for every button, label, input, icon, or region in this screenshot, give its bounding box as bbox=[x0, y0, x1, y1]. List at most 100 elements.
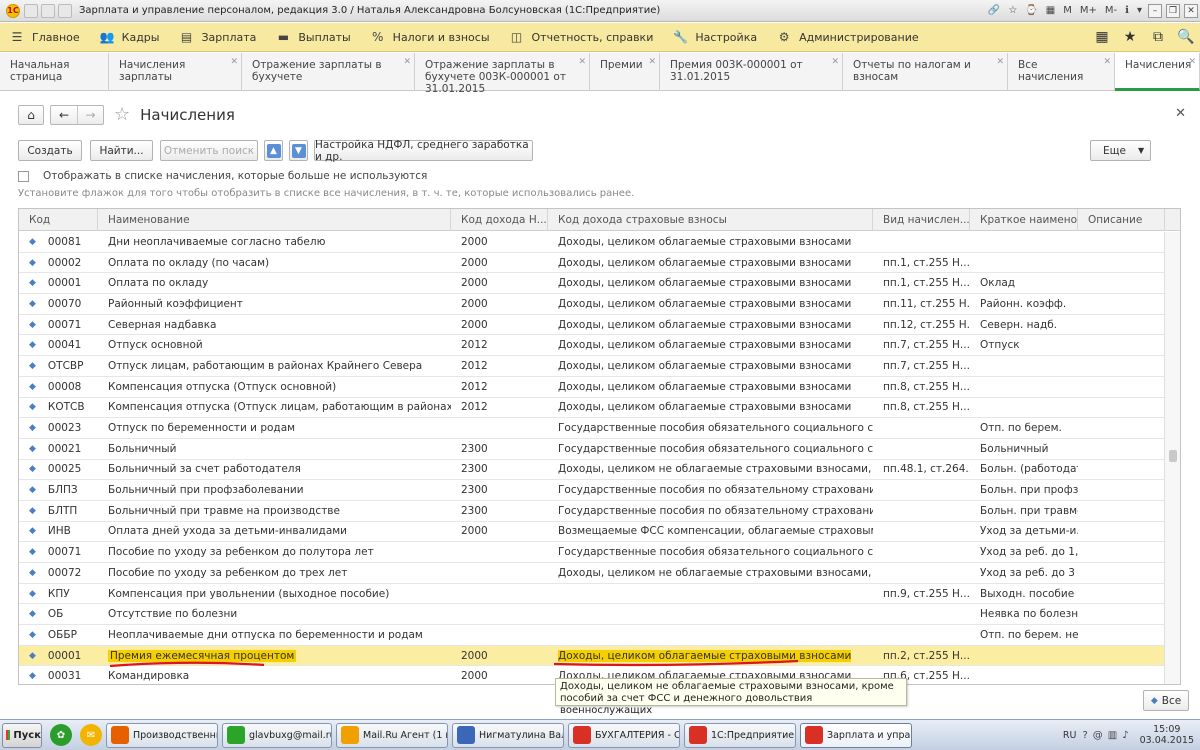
vertical-scrollbar[interactable] bbox=[1164, 232, 1180, 684]
mail-icon[interactable]: ✉ bbox=[80, 724, 102, 746]
tab-close-icon[interactable]: ✕ bbox=[403, 56, 411, 68]
table-row[interactable]: ◆ 00072 Пособие по уходу за ребенком до тр… bbox=[19, 563, 1165, 584]
tab-close-icon[interactable]: ✕ bbox=[1103, 56, 1111, 68]
table-row[interactable]: ◆ 00071 Северная надбавка 2000 Доходы, целик… bbox=[19, 314, 1165, 336]
table-row[interactable]: ◆ КПУ Компенсация при увольнении (выходное… bbox=[19, 583, 1165, 605]
menu-item-staff[interactable]: 👥 Кадры bbox=[90, 23, 170, 51]
find-button[interactable]: Найти... bbox=[90, 140, 153, 161]
volume-icon[interactable]: ♪ bbox=[1122, 730, 1128, 741]
move-down-button[interactable]: ▼ bbox=[289, 140, 308, 161]
table-row[interactable]: ◆ 00002 Оплата по окладу (по часам) 2000 Дох… bbox=[19, 252, 1165, 274]
star-icon[interactable]: ☆ bbox=[1004, 5, 1021, 16]
create-button[interactable]: Создать bbox=[18, 140, 82, 161]
back-arrow-icon[interactable]: ← bbox=[51, 106, 77, 124]
tab-home[interactable]: Начальная страница bbox=[0, 53, 109, 91]
taskbar-item[interactable]: 1С:Предприятие - М... bbox=[684, 722, 796, 748]
col-ndfl-code[interactable]: Код дохода Н... bbox=[451, 209, 548, 231]
tab-payroll-accruals[interactable]: Начисления зарплаты ✕ bbox=[109, 53, 242, 91]
restore-button[interactable]: ❐ bbox=[1166, 3, 1180, 18]
taskbar-item[interactable]: БУХГАЛТЕРИЯ - ОО... bbox=[568, 722, 680, 748]
table-row[interactable]: ◆ 00041 Отпуск основной 2012 Доходы, целиком… bbox=[19, 335, 1165, 357]
tab-close-icon[interactable]: ✕ bbox=[230, 56, 238, 68]
menu-item-settings[interactable]: 🔧 Настройка bbox=[663, 23, 767, 51]
favorite-star-icon[interactable]: ☆ bbox=[114, 104, 130, 125]
language-indicator[interactable]: RU bbox=[1063, 730, 1077, 741]
more-button[interactable]: Еще ▼ bbox=[1090, 140, 1151, 161]
history-icon[interactable]: ⧉ bbox=[1144, 29, 1172, 45]
tab-close-icon[interactable]: ✕ bbox=[578, 56, 586, 68]
memory-minus-button[interactable]: M- bbox=[1101, 5, 1121, 16]
menu-item-main[interactable]: ☰ Главное bbox=[0, 23, 90, 51]
table-row[interactable]: ◆ КОТСВ Компенсация отпуска (Отпуск лицам,… bbox=[19, 397, 1165, 419]
dropdown-icon[interactable]: ▾ bbox=[1133, 5, 1146, 16]
home-icon[interactable] bbox=[58, 3, 72, 18]
menu-item-admin[interactable]: ⚙ Администрирование bbox=[767, 23, 929, 51]
table-row[interactable]: ◆ 00001 Оплата по окладу 2000 Доходы, целико… bbox=[19, 273, 1165, 295]
col-insurance-code[interactable]: Код дохода страховые взносы bbox=[548, 209, 873, 231]
col-accrual-type[interactable]: Вид начислен... bbox=[873, 209, 970, 231]
menu-item-taxes[interactable]: % Налоги и взносы bbox=[361, 23, 500, 51]
minimize-button[interactable]: – bbox=[1148, 3, 1162, 18]
favorites-star-icon[interactable]: ★ bbox=[1116, 29, 1144, 45]
help-icon[interactable]: ? bbox=[1082, 730, 1087, 741]
search-icon[interactable]: 🔍 bbox=[1172, 29, 1200, 45]
table-row[interactable]: ◆ 00008 Компенсация отпуска (Отпуск основн… bbox=[19, 376, 1165, 398]
col-code[interactable]: Код bbox=[19, 209, 98, 231]
taskbar-item[interactable]: Производственный ... bbox=[106, 722, 218, 748]
move-up-button[interactable]: ▲ bbox=[264, 140, 283, 161]
taskbar-item[interactable]: glavbuxg@mail.ru bbox=[222, 722, 332, 748]
tab-accounting-doc[interactable]: Отражение зарплаты в бухучете 003К-00000… bbox=[415, 53, 590, 95]
table-row[interactable]: ◆ 00021 Больничный 2300 Государственные посо… bbox=[19, 438, 1165, 460]
home-button[interactable]: ⌂ bbox=[18, 104, 44, 125]
menu-item-payments[interactable]: ▬ Выплаты bbox=[266, 23, 360, 51]
clock[interactable]: 15:09 03.04.2015 bbox=[1140, 724, 1194, 746]
network-icon[interactable]: ▥ bbox=[1108, 730, 1117, 741]
tab-accruals[interactable]: Начисления ✕ bbox=[1115, 53, 1200, 91]
menu-item-reports[interactable]: ◫ Отчетность, справки bbox=[500, 23, 664, 51]
tab-bonuses[interactable]: Премии ✕ bbox=[590, 53, 660, 91]
form-close-icon[interactable]: ✕ bbox=[1175, 106, 1186, 121]
tab-all-accruals[interactable]: Все начисления ✕ bbox=[1008, 53, 1115, 91]
table-row[interactable]: ◆ ОТСВР Отпуск лицам, работающим в районах… bbox=[19, 356, 1165, 377]
tab-tax-reports[interactable]: Отчеты по налогам и взносам ✕ bbox=[843, 53, 1008, 91]
history-icon[interactable]: ⌚ bbox=[1021, 5, 1041, 16]
col-name[interactable]: Наименование bbox=[98, 209, 451, 231]
table-row[interactable]: ◆ 00023 Отпуск по беременности и родам Госу… bbox=[19, 418, 1165, 439]
cancel-search-button[interactable]: Отменить поиск bbox=[160, 140, 258, 161]
ndfl-settings-button[interactable]: Настройка НДФЛ, среднего заработка и др. bbox=[314, 139, 533, 163]
tab-bonus-doc[interactable]: Премия 003К-000001 от 31.01.2015 ✕ bbox=[660, 53, 843, 91]
table-row[interactable]: ◆ 00071 Пособие по уходу за ребенком до по… bbox=[19, 542, 1165, 563]
tab-close-icon[interactable]: ✕ bbox=[996, 56, 1004, 68]
tab-close-icon[interactable]: ✕ bbox=[831, 56, 839, 68]
taskbar-item[interactable]: Нигматулина Валер... bbox=[452, 722, 564, 748]
table-row[interactable]: ◆ БЛТП Больничный при травме на производст… bbox=[19, 500, 1165, 522]
table-row[interactable]: ◆ БЛПЗ Больничный при профзаболевании 2300 Г… bbox=[19, 480, 1165, 501]
apps-grid-icon[interactable]: ▦ bbox=[1088, 29, 1116, 45]
tab-close-icon[interactable]: ✕ bbox=[648, 56, 656, 68]
col-short-name[interactable]: Краткое наимено... bbox=[970, 209, 1078, 231]
table-row[interactable]: ◆ 00025 Больничный за счет работодателя 230… bbox=[19, 459, 1165, 481]
info-icon[interactable]: ℹ bbox=[1121, 5, 1133, 16]
back-icon[interactable] bbox=[24, 3, 38, 18]
tab-accounting-reflection[interactable]: Отражение зарплаты в бухучете ✕ bbox=[242, 53, 415, 91]
calendar-icon[interactable]: ▦ bbox=[1042, 5, 1059, 16]
at-icon[interactable]: @ bbox=[1093, 730, 1103, 741]
start-button[interactable]: Пуск bbox=[2, 722, 42, 748]
all-button[interactable]: ◆ Все bbox=[1143, 690, 1189, 711]
col-description[interactable]: Описание bbox=[1078, 209, 1165, 231]
show-unused-checkbox[interactable] bbox=[18, 170, 29, 182]
table-row[interactable]: ◆ ОБ Отсутствие по болезни Неявка по болезн… bbox=[19, 604, 1165, 626]
table-row[interactable]: ◆ ОББР Неоплачиваемые дни отпуска по берем… bbox=[19, 625, 1165, 646]
link-icon[interactable]: 🔗 bbox=[984, 5, 1004, 16]
taskbar-item[interactable]: Зарплата и управ... bbox=[800, 722, 912, 748]
menu-item-salary[interactable]: ▤ Зарплата bbox=[169, 23, 266, 51]
memory-button[interactable]: M bbox=[1059, 5, 1076, 16]
table-row[interactable]: ◆ 00081 Дни неоплачиваемые согласно табелю… bbox=[19, 232, 1165, 253]
icq-icon[interactable]: ✿ bbox=[50, 724, 72, 746]
taskbar-item[interactable]: Mail.Ru Агент (1 вкл... bbox=[336, 722, 448, 748]
forward-icon[interactable] bbox=[41, 3, 55, 18]
table-row[interactable]: ◆ 00070 Районный коэффициент 2000 Доходы, це… bbox=[19, 294, 1165, 315]
table-row[interactable]: ◆ ИНВ Оплата дней ухода за детьми-инвалида… bbox=[19, 521, 1165, 543]
memory-plus-button[interactable]: M+ bbox=[1076, 5, 1101, 16]
tab-close-icon[interactable]: ✕ bbox=[1188, 56, 1196, 68]
